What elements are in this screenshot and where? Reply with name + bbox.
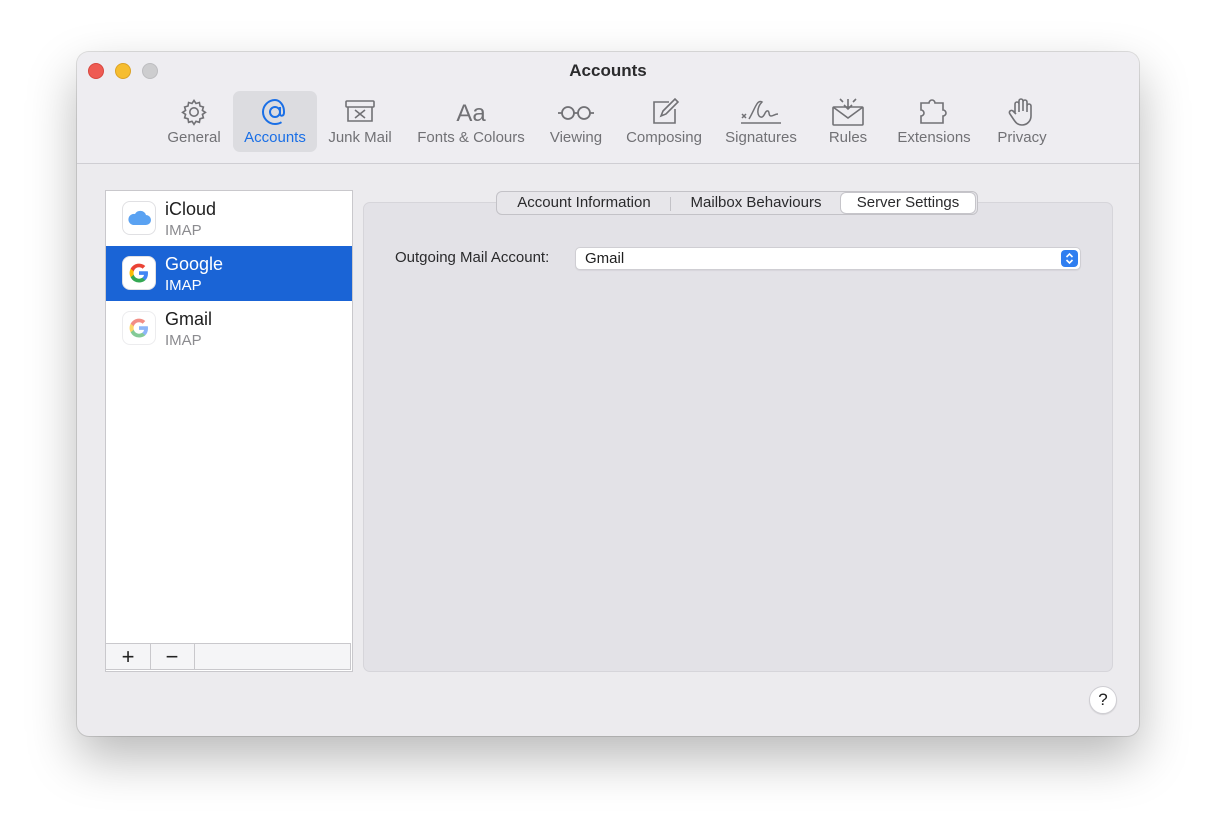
hand-icon xyxy=(1008,98,1032,126)
accounts-pane: iCloud IMAP Google IMAP Gmail IMAP + − A… xyxy=(77,164,1139,736)
tab-label: Composing xyxy=(626,129,702,146)
tab-label: Privacy xyxy=(997,129,1047,146)
outgoing-mail-account-select[interactable]: Gmail xyxy=(575,247,1081,270)
account-name: Gmail xyxy=(165,309,213,329)
account-row-icloud[interactable]: iCloud IMAP xyxy=(106,191,352,246)
tab-composing[interactable]: Composing xyxy=(621,91,707,152)
tab-server-settings[interactable]: Server Settings xyxy=(841,193,975,213)
tab-rules[interactable]: Rules xyxy=(821,91,875,152)
tab-fonts-colours[interactable]: Aa Fonts & Colours xyxy=(411,91,531,152)
tab-label: Fonts & Colours xyxy=(417,129,525,146)
accounts-list-footer: + − xyxy=(105,643,351,670)
account-name: Google xyxy=(165,254,224,274)
junk-tray-icon xyxy=(345,100,375,122)
titlebar: Accounts General Accounts Junk Mail Aa F… xyxy=(77,52,1139,164)
compose-icon xyxy=(653,97,680,124)
signature-icon xyxy=(741,100,781,124)
account-type: IMAP xyxy=(165,277,202,294)
tab-extensions[interactable]: Extensions xyxy=(891,91,977,152)
puzzle-icon xyxy=(920,99,947,124)
font-aa-icon: Aa xyxy=(456,100,486,127)
chevron-up-down-icon xyxy=(1061,250,1078,267)
outgoing-mail-account-value: Gmail xyxy=(585,250,625,267)
tab-label: Extensions xyxy=(897,129,971,146)
remove-account-button[interactable]: − xyxy=(150,644,195,669)
tab-label: General xyxy=(167,129,221,146)
tab-mailbox-behaviours[interactable]: Mailbox Behaviours xyxy=(675,193,837,213)
account-tabs: Account Information Mailbox Behaviours S… xyxy=(496,191,978,215)
add-account-button[interactable]: + xyxy=(106,644,151,669)
tab-label: Viewing xyxy=(549,129,603,146)
google-g-icon xyxy=(122,256,156,290)
tab-label: Accounts xyxy=(244,129,306,146)
icloud-icon xyxy=(122,201,156,235)
tab-signatures[interactable]: Signatures xyxy=(719,91,803,152)
at-sign-icon xyxy=(261,98,285,126)
account-type: IMAP xyxy=(165,332,202,349)
rules-envelope-icon xyxy=(832,98,864,126)
help-button[interactable]: ? xyxy=(1089,686,1117,714)
preferences-toolbar: General Accounts Junk Mail Aa Fonts & Co… xyxy=(77,90,1139,154)
tab-accounts[interactable]: Accounts xyxy=(233,91,317,152)
account-row-google[interactable]: Google IMAP xyxy=(106,246,352,301)
tab-viewing[interactable]: Viewing xyxy=(543,91,609,152)
svg-text:Aa: Aa xyxy=(456,100,486,127)
gear-icon xyxy=(181,99,207,126)
tab-label: Signatures xyxy=(725,129,797,146)
window-title: Accounts xyxy=(569,61,647,80)
google-g-icon xyxy=(122,311,156,345)
tab-privacy[interactable]: Privacy xyxy=(989,91,1055,152)
account-type: IMAP xyxy=(165,222,202,239)
tab-account-information[interactable]: Account Information xyxy=(503,193,665,213)
account-name: iCloud xyxy=(165,199,217,219)
tab-general[interactable]: General xyxy=(163,91,225,152)
tab-label: Rules xyxy=(828,129,868,146)
glasses-icon xyxy=(558,106,594,120)
tab-divider xyxy=(670,197,671,211)
tab-junk-mail[interactable]: Junk Mail xyxy=(323,91,397,152)
preferences-window: Accounts General Accounts Junk Mail Aa F… xyxy=(77,52,1139,736)
account-detail-panel xyxy=(363,202,1113,672)
outgoing-mail-account-label: Outgoing Mail Account: xyxy=(395,249,550,266)
accounts-list: iCloud IMAP Google IMAP Gmail IMAP xyxy=(105,190,353,672)
account-row-gmail[interactable]: Gmail IMAP xyxy=(106,301,352,356)
tab-label: Junk Mail xyxy=(328,129,392,146)
